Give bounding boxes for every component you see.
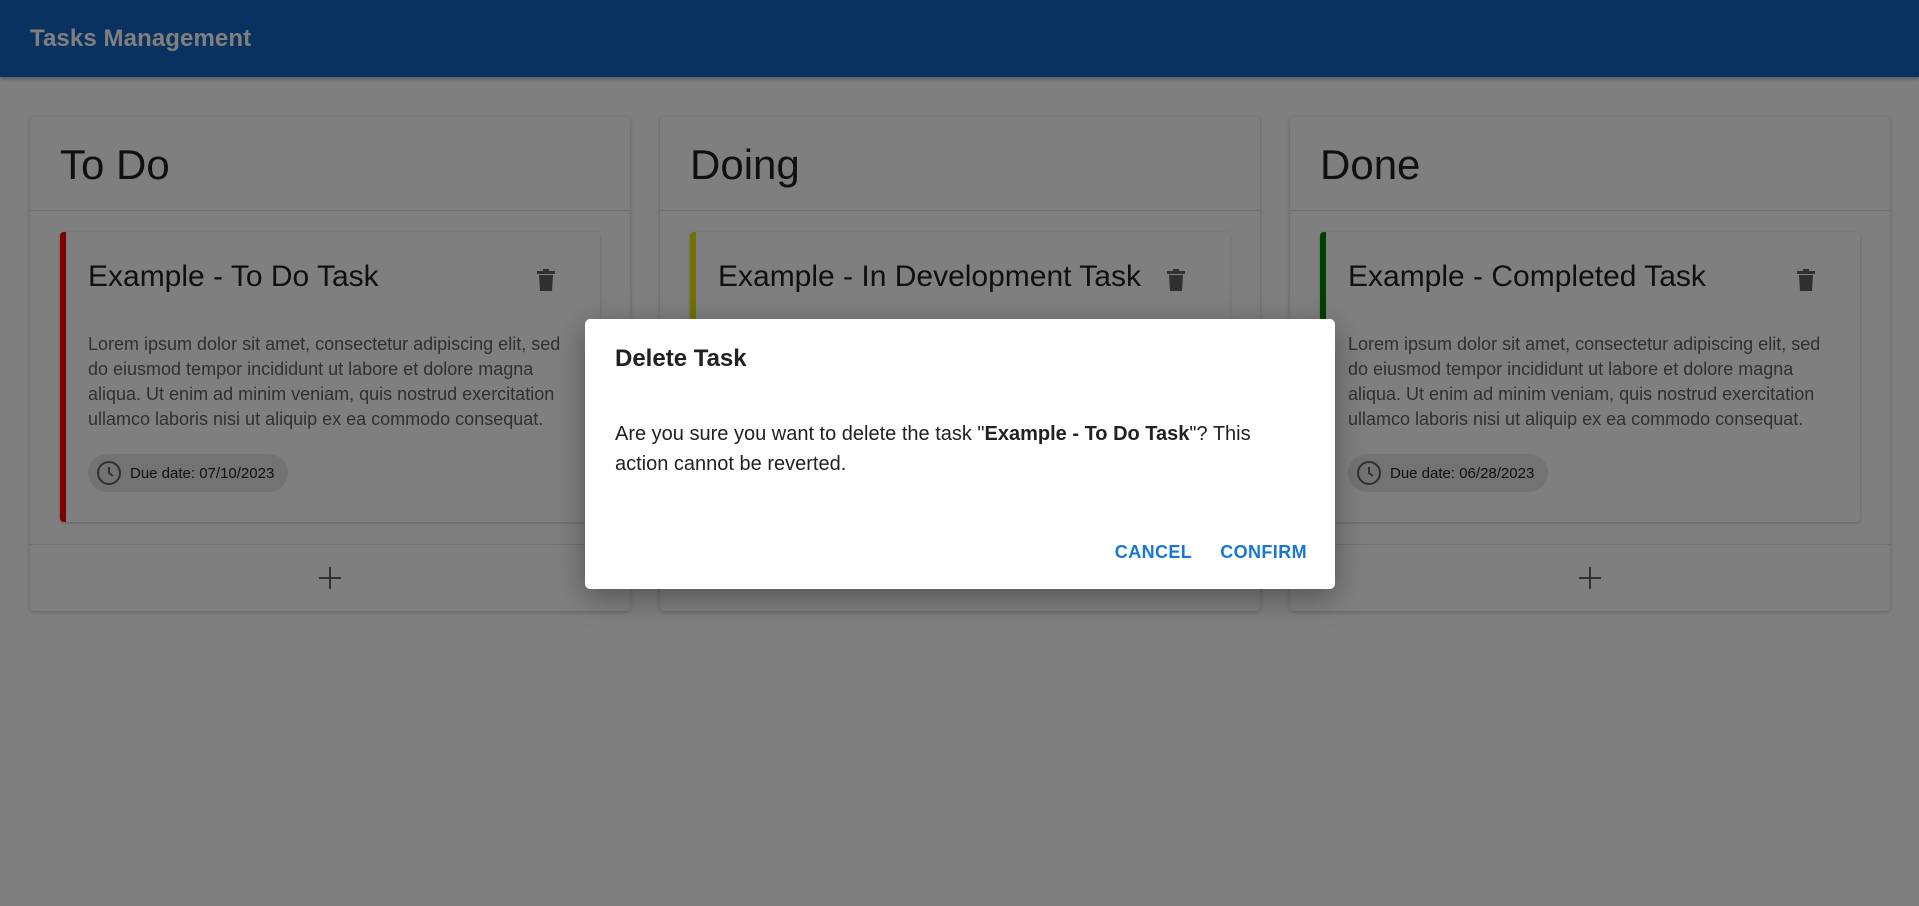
dialog-actions: CANCEL CONFIRM: [1107, 534, 1315, 571]
dialog-task-name: Example - To Do Task: [984, 423, 1190, 445]
cancel-button[interactable]: CANCEL: [1107, 534, 1200, 571]
dialog-message: Are you sure you want to delete the task…: [615, 419, 1275, 479]
dialog-title: Delete Task: [615, 345, 747, 372]
dialog-message-start: Are you sure you want to delete the task…: [615, 423, 985, 445]
delete-task-dialog: Delete Task Are you sure you want to del…: [585, 319, 1335, 589]
confirm-button[interactable]: CONFIRM: [1212, 534, 1315, 571]
